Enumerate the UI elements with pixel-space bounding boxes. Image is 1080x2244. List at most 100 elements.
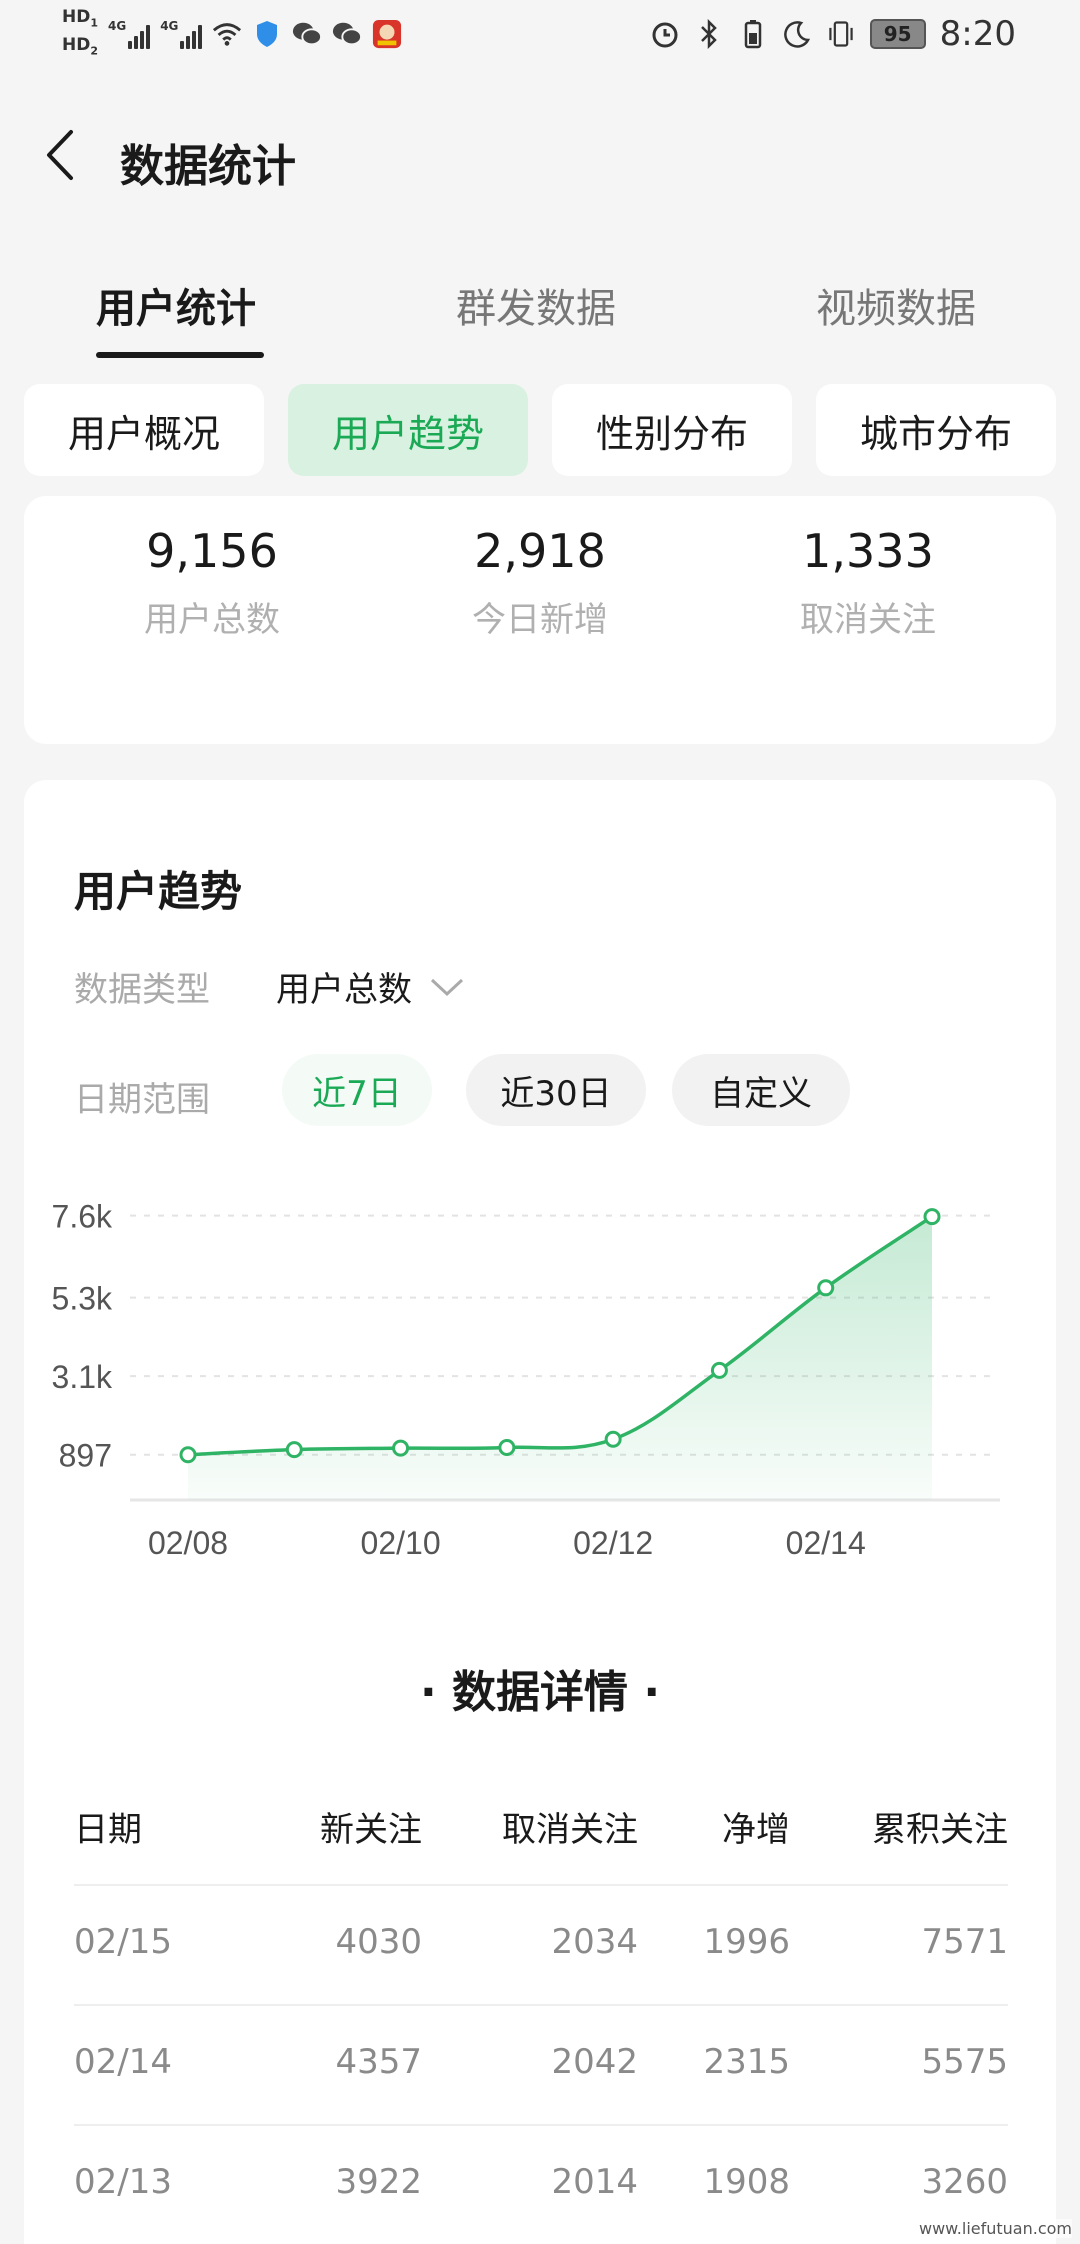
shield-icon [252, 19, 282, 49]
stat-total-users: 9,156 用户总数 [62, 524, 362, 641]
cell-date: 02/13 [74, 2162, 172, 2202]
details-title-text: 数据详情 [452, 1667, 628, 1718]
back-button[interactable] [36, 124, 84, 186]
network-type-label: 4G [160, 19, 179, 34]
signal-icon: 4G [160, 19, 203, 50]
cell-cumulative: 7571 [921, 1922, 1008, 1962]
details-title-dot-left: · [419, 1667, 452, 1718]
cell-new-follow: 3922 [335, 2162, 422, 2202]
cell-unfollow: 2034 [551, 1922, 638, 1962]
range-7-days-button[interactable]: 近7日 [282, 1054, 432, 1126]
status-right-group: 95 8:20 [650, 14, 1016, 54]
battery-level: 95 [869, 19, 926, 49]
details-title: · 数据详情 · [0, 1656, 1080, 1720]
row-divider [74, 2004, 1008, 2006]
table-row: 02/15 4030 2034 1996 7571 [0, 1922, 1080, 1982]
subtab-user-overview[interactable]: 用户概况 [24, 384, 264, 476]
status-left-group: HD1 HD2 4G 4G [62, 8, 402, 61]
subtab-gender-distribution[interactable]: 性别分布 [552, 384, 792, 476]
column-header-cumulative: 累积关注 [872, 1810, 1008, 1850]
chevron-down-icon [430, 978, 464, 996]
table-row: 02/13 3922 2014 1908 3260 [0, 2162, 1080, 2222]
details-title-dot-right: · [628, 1667, 661, 1718]
chevron-left-icon [47, 130, 73, 180]
signal-icon: 4G [108, 19, 151, 50]
hd-indicators: HD1 HD2 [62, 8, 98, 61]
stat-new-today: 2,918 今日新增 [390, 524, 690, 641]
stat-value: 9,156 [146, 524, 278, 578]
hd-indicator-1: HD1 [62, 7, 98, 30]
tab-video-data[interactable]: 视频数据 [816, 276, 976, 334]
subtab-user-trend[interactable]: 用户趋势 [288, 384, 528, 476]
data-point [710, 1361, 728, 1379]
column-header-unfollow: 取消关注 [502, 1810, 638, 1850]
data-type-label: 数据类型 [74, 970, 210, 1010]
range-30-days-button[interactable]: 近30日 [466, 1054, 646, 1126]
x-tick-label: 02/08 [148, 1525, 228, 1561]
watermark: www.liefutuan.com [919, 2219, 1072, 2238]
app-icon [372, 19, 402, 49]
subtab-city-distribution[interactable]: 城市分布 [816, 384, 1056, 476]
page-title: 数据统计 [120, 141, 296, 192]
cell-new-follow: 4357 [335, 2042, 422, 2082]
wifi-icon [212, 19, 242, 49]
data-point [604, 1430, 622, 1448]
data-point [923, 1208, 941, 1226]
range-custom-button[interactable]: 自定义 [672, 1054, 850, 1126]
network-type-label: 4G [108, 19, 127, 34]
bluetooth-icon [694, 19, 724, 49]
data-type-value: 用户总数 [276, 970, 412, 1010]
stat-unfollow: 1,333 取消关注 [718, 524, 1018, 641]
cell-net-gain: 2315 [703, 2042, 790, 2082]
active-tab-indicator [96, 352, 264, 358]
trend-chart: 897 3.1k 5.3k 7.6k 02/08 02/10 02/12 02/14 [52, 1199, 1000, 1561]
y-tick-label: 3.1k [52, 1359, 113, 1395]
table-row: 02/14 4357 2042 2315 5575 [0, 2042, 1080, 2102]
data-point [817, 1279, 835, 1297]
cell-cumulative: 3260 [921, 2162, 1008, 2202]
status-time: 8:20 [939, 14, 1016, 54]
trend-section-title: 用户趋势 [74, 867, 243, 916]
column-header-new-follow: 新关注 [320, 1810, 422, 1850]
battery-saver-icon [738, 19, 768, 49]
date-range-label: 日期范围 [74, 1080, 210, 1120]
data-point [392, 1439, 410, 1457]
cell-net-gain: 1908 [703, 2162, 790, 2202]
tab-user-stats[interactable]: 用户统计 [96, 276, 256, 334]
stat-label: 今日新增 [472, 600, 608, 640]
tab-broadcast-data[interactable]: 群发数据 [456, 276, 616, 334]
data-point [285, 1441, 303, 1459]
y-tick-label: 897 [59, 1438, 112, 1474]
wechat-icon [332, 19, 363, 49]
vibrate-icon [826, 19, 856, 49]
data-point [179, 1446, 197, 1464]
column-header-net-gain: 净增 [722, 1810, 790, 1850]
stat-value: 2,918 [474, 524, 606, 578]
wechat-icon [292, 19, 323, 49]
moon-icon [782, 19, 812, 49]
cell-date: 02/15 [74, 1922, 172, 1962]
series-area [188, 1216, 932, 1500]
cell-date: 02/14 [74, 2042, 172, 2082]
hd-indicator-2: HD2 [62, 35, 98, 58]
cell-unfollow: 2042 [551, 2042, 638, 2082]
y-tick-label: 7.6k [52, 1199, 113, 1235]
cell-unfollow: 2014 [551, 2162, 638, 2202]
cell-net-gain: 1996 [703, 1922, 790, 1962]
x-tick-label: 02/12 [573, 1525, 653, 1561]
x-tick-label: 02/14 [786, 1525, 866, 1561]
data-type-select[interactable]: 用户总数 [276, 962, 464, 1011]
status-bar: HD1 HD2 4G 4G 95 8:20 [0, 0, 1080, 76]
stat-label: 取消关注 [800, 600, 936, 640]
row-divider [74, 2124, 1008, 2126]
stat-value: 1,333 [802, 524, 934, 578]
data-point [498, 1438, 516, 1456]
cell-cumulative: 5575 [921, 2042, 1008, 2082]
alarm-icon [650, 19, 680, 49]
x-tick-label: 02/10 [361, 1525, 441, 1561]
y-tick-label: 5.3k [52, 1281, 113, 1317]
row-divider [74, 1884, 1008, 1886]
column-header-date: 日期 [74, 1810, 142, 1850]
stat-label: 用户总数 [144, 600, 280, 640]
cell-new-follow: 4030 [335, 1922, 422, 1962]
